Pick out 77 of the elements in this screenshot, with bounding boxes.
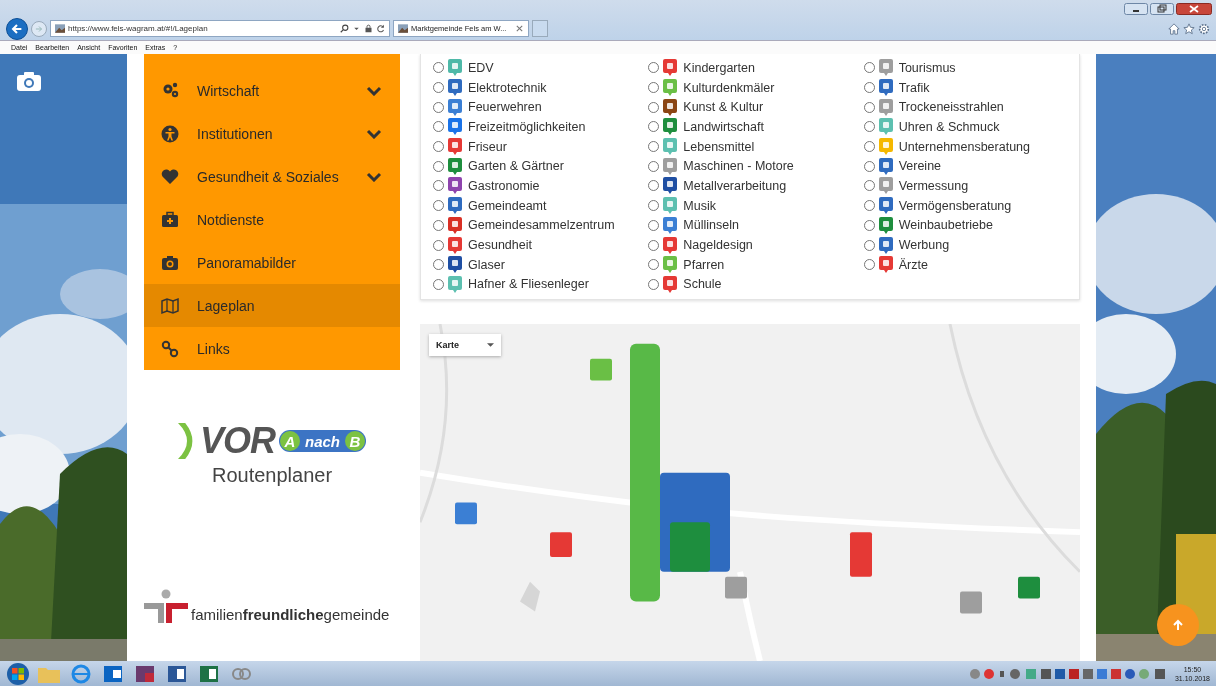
category-label[interactable]: Kindergarten (683, 60, 755, 75)
camera-icon[interactable] (16, 70, 42, 92)
first-aid-icon (161, 210, 179, 229)
category-label[interactable]: Tourismus (898, 60, 956, 75)
category-label[interactable]: Freizeitmöglichkeiten (468, 119, 586, 134)
minimize-icon[interactable] (1124, 3, 1148, 15)
lock-icon (364, 24, 373, 33)
caret-icon (487, 343, 494, 347)
category-label[interactable]: Metallverarbeitung (683, 178, 787, 193)
category-label[interactable]: Feuerwehren (468, 100, 542, 115)
map-icon (161, 296, 179, 315)
sidebar-item[interactable]: Institutionen (144, 112, 400, 155)
site-icon (398, 24, 408, 33)
person-icon (161, 124, 179, 143)
close-icon[interactable] (515, 24, 524, 33)
close-icon[interactable] (1176, 3, 1212, 15)
category-label[interactable]: Garten & Gärtner (468, 159, 564, 174)
category-label[interactable]: Gemeindesammelzentrum (468, 218, 615, 233)
refresh-icon[interactable] (376, 24, 385, 33)
category-label[interactable]: Elektrotechnik (468, 80, 547, 95)
map-type-dropdown[interactable]: Karte (429, 334, 501, 356)
arrow-right-icon (34, 23, 44, 34)
search-icon[interactable] (340, 24, 349, 33)
sidebar-item[interactable]: Gesundheit & Soziales (144, 155, 400, 198)
route-badge: A nach B (279, 430, 366, 452)
sidebar-item[interactable]: Lageplan (144, 284, 400, 327)
restore-icon[interactable] (1150, 3, 1174, 15)
camera-icon (161, 253, 179, 272)
category-label[interactable]: Gemeindeamt (468, 198, 547, 213)
category-label[interactable]: Musik (683, 198, 716, 213)
chevron-icon (366, 171, 382, 182)
site-icon (55, 24, 65, 33)
sidebar-item[interactable]: Notdienste (144, 198, 400, 241)
logo-text: familienfreundlichegemeinde (191, 606, 390, 623)
category-label[interactable]: Müllinseln (683, 218, 739, 233)
category-label[interactable]: Ärzte (898, 257, 928, 272)
category-label[interactable]: Gesundheit (468, 238, 532, 253)
start-button[interactable] (6, 662, 30, 686)
category-label[interactable]: Uhren & Schmuck (898, 119, 1000, 134)
category-label[interactable]: Lebensmittel (683, 139, 755, 154)
logo-caption: Routenplaner (211, 464, 333, 487)
star-icon[interactable] (1183, 22, 1195, 35)
category-label[interactable]: Nageldesign (683, 238, 753, 253)
category-label[interactable]: EDV (468, 60, 494, 75)
category-label[interactable]: Kunst & Kultur (683, 100, 764, 115)
chevron-icon (366, 128, 382, 139)
category-label[interactable]: Maschinen - Motore (683, 159, 794, 174)
family-logo-icon (144, 589, 188, 623)
category-label[interactable]: Pfarren (683, 257, 725, 272)
address-field[interactable]: https://www.fels-wagram.at/#!/Lageplan (50, 20, 390, 37)
category-label[interactable]: Schule (683, 277, 722, 292)
sidebar-item[interactable]: Panoramabilder (144, 241, 400, 284)
back-button[interactable] (6, 17, 28, 40)
gears-icon (161, 81, 179, 100)
category-label[interactable]: Vermögensberatung (898, 198, 1012, 213)
home-icon[interactable] (1168, 22, 1180, 35)
chevron-icon (366, 85, 382, 96)
sidebar-item[interactable]: Links (144, 327, 400, 370)
sidebar-item[interactable]: Wirtschaft (144, 69, 400, 112)
category-label[interactable]: Landwirtschaft (683, 119, 764, 134)
heart-icon (161, 167, 179, 186)
category-label[interactable]: Friseur (468, 139, 507, 154)
category-label[interactable]: Vermessung (898, 178, 969, 193)
category-label[interactable]: Kulturdenkmäler (683, 80, 775, 95)
category-label[interactable]: Unternehmensberatung (898, 139, 1030, 154)
link-icon (161, 339, 179, 358)
arrow-up-icon (1172, 619, 1184, 631)
category-label[interactable]: Vereine (898, 159, 942, 174)
category-label[interactable]: Hafner & Fliesenleger (468, 277, 589, 292)
category-label[interactable]: Glaser (468, 257, 505, 272)
category-label[interactable]: Gastronomie (468, 178, 540, 193)
settings-icon[interactable] (1198, 22, 1210, 35)
category-label[interactable]: Trockeneisstrahlen (898, 100, 1004, 115)
category-label[interactable]: Werbung (898, 238, 950, 253)
logo-text: VOR (200, 420, 275, 462)
category-label[interactable]: Trafik (898, 80, 930, 95)
category-label[interactable]: Weinbaubetriebe (898, 218, 993, 233)
